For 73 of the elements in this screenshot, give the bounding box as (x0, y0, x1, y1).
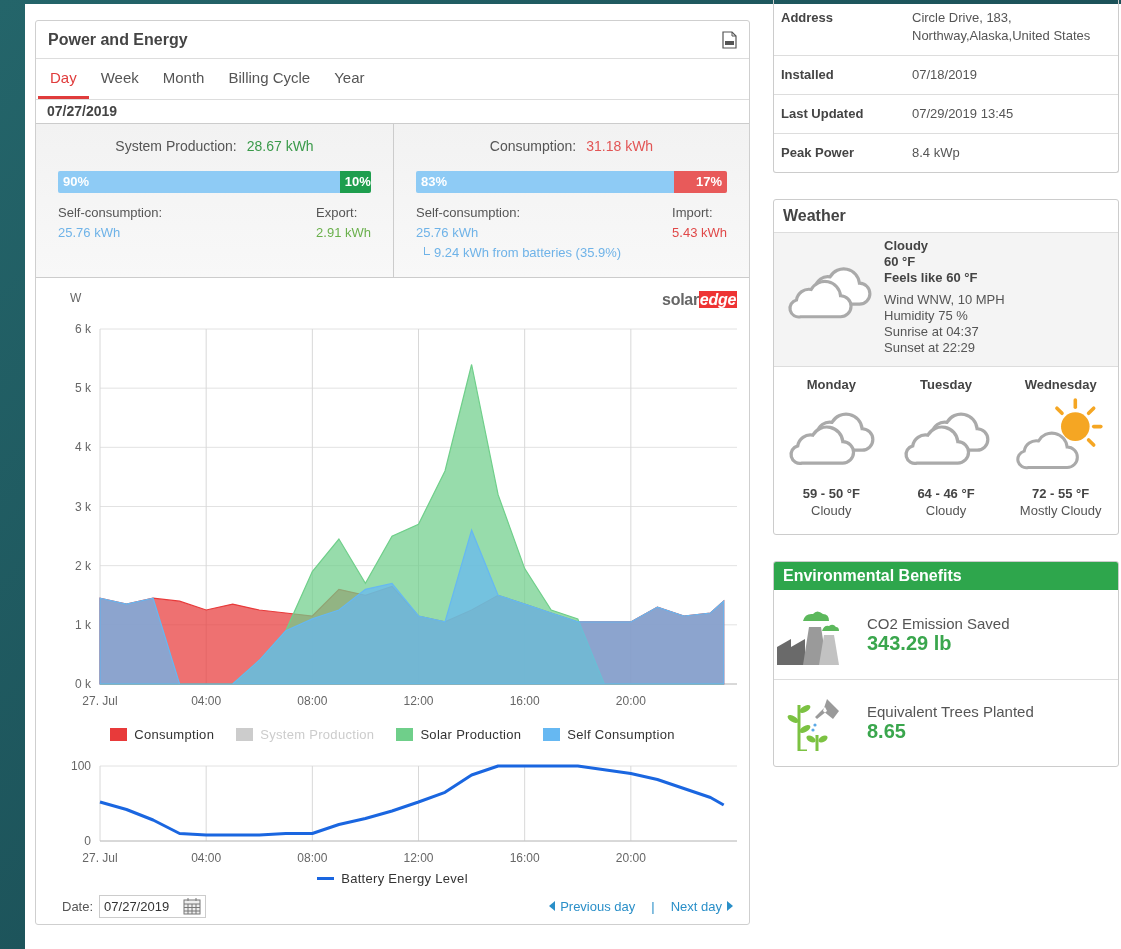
forecast-condition: Cloudy (810, 503, 853, 518)
stat-label: Self-consumption: (58, 205, 163, 220)
temperature-range: 64 - 46 °F (916, 486, 976, 501)
weather-detail: Sunrise at 04:37 (884, 324, 980, 340)
info-label: Address (781, 9, 835, 27)
axis-label: 27. Jul (82, 851, 118, 865)
brand-logo: solaredge (662, 291, 737, 309)
axis-label: 3 k (75, 499, 91, 514)
summary-label: System Production: (115, 138, 237, 154)
axis-label: 100 (70, 759, 91, 773)
weather-detail: Wind WNW, 10 MPH (884, 292, 1005, 308)
info-value: 8.4 kWp (912, 144, 961, 162)
axis-label: 27. Jul (82, 694, 118, 708)
axis-label: 12:00 (403, 694, 434, 708)
benefit-label: CO2 Emission Saved (867, 614, 1010, 632)
axis-label: 0 k (75, 677, 91, 691)
info-label: Last Updated (781, 105, 865, 123)
forecast-day: Monday (806, 377, 856, 392)
panel-title: Power and Energy (48, 30, 188, 49)
stat-value: 5.43 kWh (672, 225, 727, 240)
bar-segment: 17% (674, 171, 727, 193)
axis-label: 12:00 (403, 851, 434, 865)
field-label: Date: (62, 898, 94, 914)
weather-detail: Sunset at 22:29 (884, 340, 977, 356)
axis-title: W (70, 291, 82, 305)
summary-value: 28.67 kWh (246, 138, 314, 154)
forecast-condition: Cloudy (924, 503, 968, 518)
stat-value: 2.91 kWh (316, 225, 371, 240)
axis-label: 08:00 (297, 851, 328, 865)
summary-label: Consumption: (489, 138, 577, 154)
info-label: Installed (781, 66, 835, 84)
stat-label: Self-consumption: (416, 205, 521, 220)
stat-value: 25.76 kWh (58, 225, 122, 240)
axis-label: 2 k (75, 558, 91, 573)
axis-label: 4 k (75, 440, 91, 455)
forecast-day: Wednesday (1024, 377, 1097, 392)
axis-label: 20:00 (615, 851, 646, 865)
axis-label: 5 k (75, 381, 91, 396)
forecast-condition: Mostly Cloudy (1018, 503, 1103, 518)
stat-value: 25.76 kWh (416, 225, 480, 240)
summary-value: 31.18 kWh (586, 138, 654, 154)
bar-segment: 10% (339, 171, 371, 193)
axis-label: 08:00 (297, 694, 328, 708)
stat-label: Import: (672, 205, 714, 220)
stat-label: Export: (316, 205, 359, 220)
temperature-range: 72 - 55 °F (1031, 486, 1091, 501)
info-label: Peak Power (781, 144, 855, 162)
weather-detail: Humidity 75 % (884, 308, 969, 324)
benefit-value: 343.29 lb (867, 631, 953, 655)
forecast-day: Tuesday (920, 377, 972, 392)
temperature-range: 59 - 50 °F (801, 486, 861, 501)
bar-segment: 83% (416, 171, 675, 193)
bar-segment: 90% (58, 171, 340, 193)
info-value: 07/18/2019 (912, 66, 979, 84)
axis-label: 0 (84, 834, 91, 848)
feels-like: Feels like 60 °F (884, 270, 979, 286)
info-value: 07/29/2019 13:45 (912, 105, 1015, 123)
temperature: 60 °F (884, 254, 917, 270)
axis-label: 16:00 (509, 694, 540, 708)
axis-label: 20:00 (615, 694, 646, 708)
separator: | (651, 898, 655, 914)
info-value: Circle Drive, 183, Northway,Alaska,United States (912, 9, 1092, 45)
axis-label: 16:00 (509, 851, 540, 865)
benefit-value: 8.65 (867, 720, 907, 743)
card-title: Weather (774, 200, 1118, 233)
axis-label: 1 k (75, 617, 91, 632)
axis-label: 04:00 (191, 851, 222, 865)
weather-condition: Cloudy (884, 238, 930, 254)
battery-note: 9.24 kWh from batteries (35.9%) (434, 245, 622, 260)
axis-label: 04:00 (191, 694, 222, 708)
axis-label: 6 k (75, 323, 91, 336)
card-title: Environmental Benefits (774, 562, 1118, 590)
benefit-label: Equivalent Trees Planted (867, 703, 1034, 720)
